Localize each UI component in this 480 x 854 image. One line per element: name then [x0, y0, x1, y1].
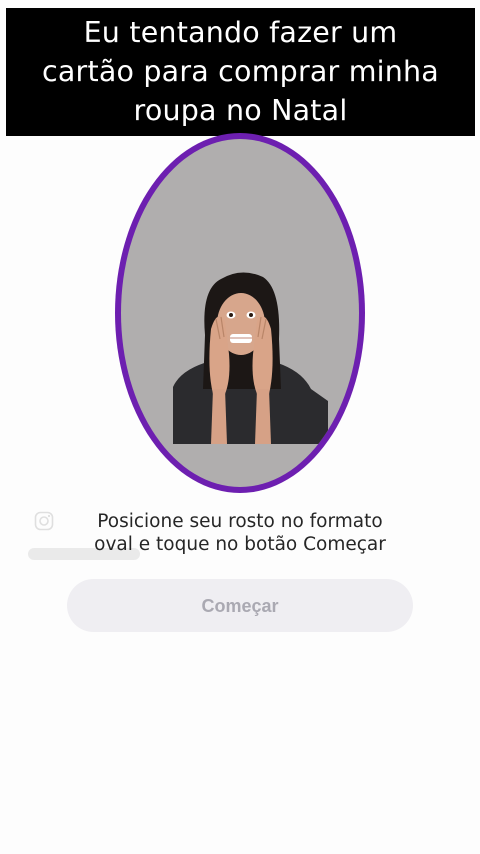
- camera-preview: [121, 139, 359, 487]
- face-oval-frame: [115, 133, 365, 493]
- meme-caption: Eu tentando fazer um cartão para comprar…: [6, 8, 475, 136]
- caption-line-3: roupa no Natal: [133, 94, 348, 127]
- instruction-line-1: Posicione seu rosto no formato: [97, 511, 383, 532]
- caption-line-1: Eu tentando fazer um: [83, 16, 398, 49]
- caption-line-2: cartão para comprar minha: [42, 55, 439, 88]
- start-button[interactable]: Começar: [67, 579, 413, 632]
- screen: Eu tentando fazer um cartão para comprar…: [0, 0, 480, 854]
- instruction-line-2: oval e toque no botão Começar: [94, 534, 386, 555]
- person-photo: [173, 272, 328, 444]
- face-position-instruction: Posicione seu rosto no formato oval e to…: [60, 510, 420, 556]
- instagram-icon: [34, 511, 54, 531]
